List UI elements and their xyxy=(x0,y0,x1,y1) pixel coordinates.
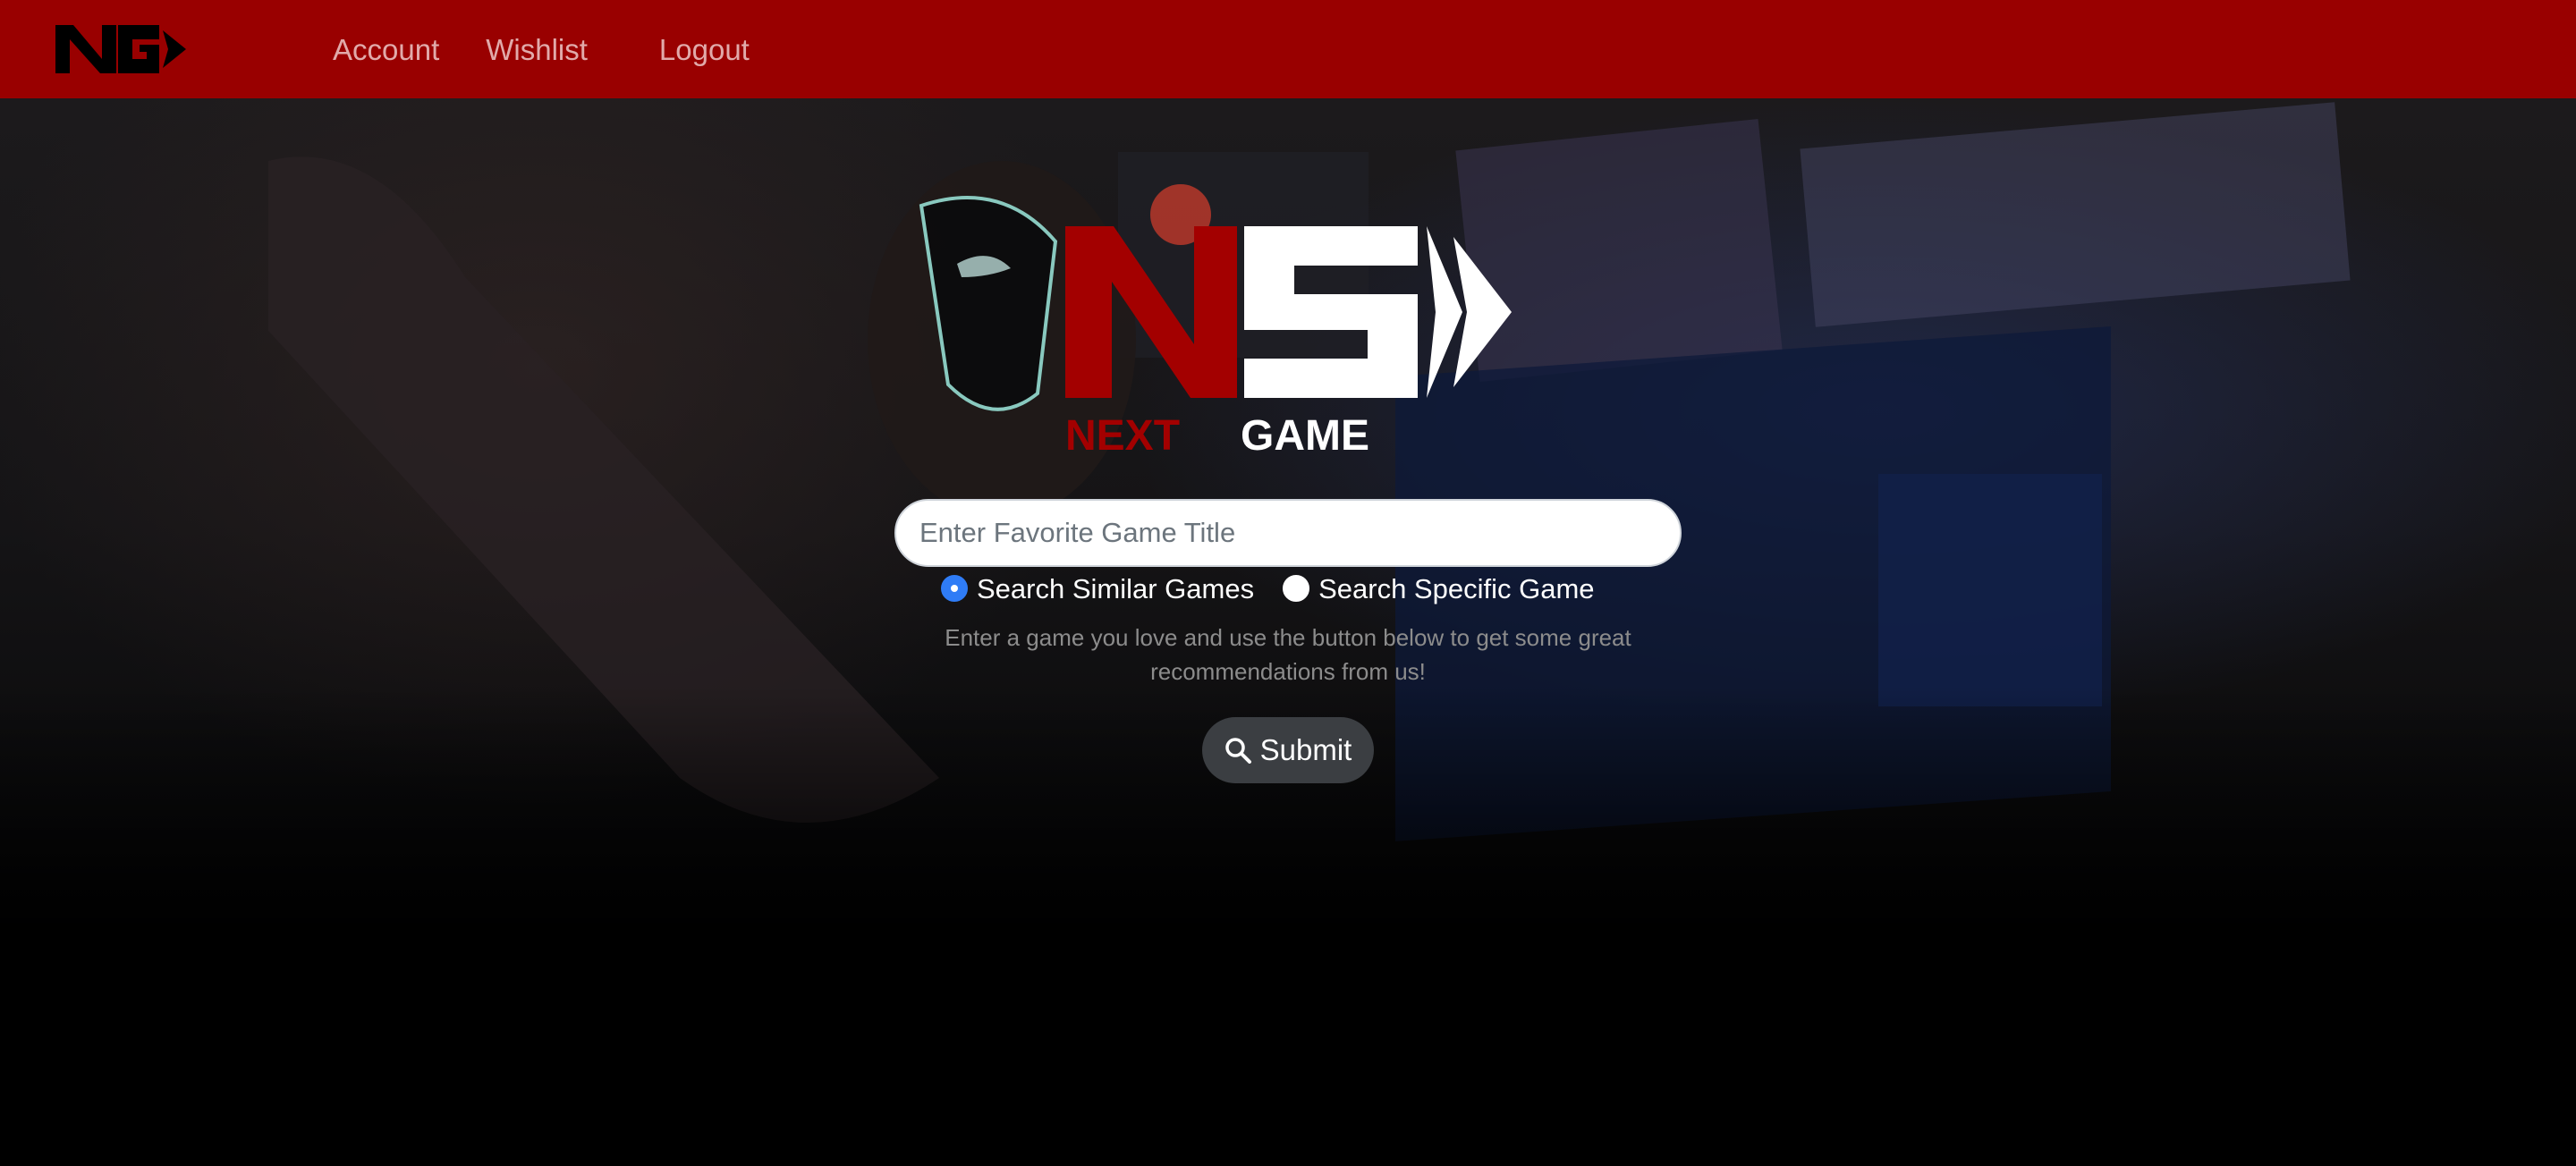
submit-button-label: Submit xyxy=(1259,733,1352,766)
radio-button-checked[interactable] xyxy=(941,575,968,602)
radio-button-unchecked[interactable] xyxy=(1283,575,1310,602)
submit-button[interactable]: Submit xyxy=(1202,717,1374,783)
radio-label-similar: Search Similar Games xyxy=(977,572,1255,604)
nav-wishlist-link[interactable]: Wishlist xyxy=(486,35,588,64)
brand-name-game: GAME xyxy=(1241,412,1369,456)
nav-links: Account Wishlist Logout xyxy=(333,0,796,98)
radio-search-specific[interactable]: Search Specific Game xyxy=(1283,572,1595,604)
brand-name-next: NEXT xyxy=(1065,412,1180,456)
radio-search-similar[interactable]: Search Similar Games xyxy=(941,575,1254,603)
nav-logout-link[interactable]: Logout xyxy=(659,35,750,64)
top-navbar: Account Wishlist Logout xyxy=(0,0,2576,98)
helper-text: Enter a game you love and use the button… xyxy=(945,624,1631,685)
search-icon xyxy=(1224,738,1251,764)
radio-label-specific: Search Specific Game xyxy=(1318,572,1595,604)
search-mode-options: Search Similar Games Search Specific Gam… xyxy=(941,570,1623,606)
ng-logo-icon[interactable] xyxy=(54,18,188,80)
next-game-logo-icon: NEXT GAME xyxy=(1065,226,1512,456)
nav-account-link[interactable]: Account xyxy=(333,35,439,64)
search-input[interactable] xyxy=(894,499,1682,567)
